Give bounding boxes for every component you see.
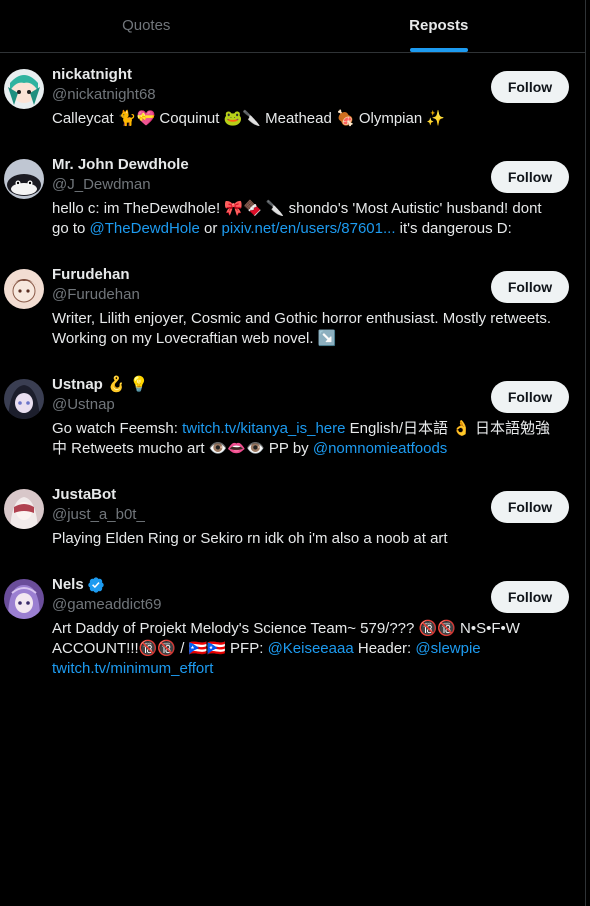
bio-text: or	[199, 220, 222, 237]
user-display-name[interactable]: Furudehan	[52, 265, 130, 285]
bio-link[interactable]: @nomnomieatfoods	[313, 440, 447, 457]
follow-button[interactable]: Follow	[491, 381, 569, 413]
user-display-name[interactable]: Mr. John Dewdhole	[52, 155, 189, 175]
bio-link[interactable]: twitch.tv/kitanya_is_here	[182, 420, 345, 437]
reposts-panel: Quotes Reposts nickatnight @nickatnight6…	[0, 0, 586, 906]
user-display-name[interactable]: JustaBot	[52, 485, 116, 505]
tab-quotes-label: Quotes	[122, 16, 171, 34]
bio-text: Writer, Lilith enjoyer, Cosmic and Gothi…	[52, 310, 552, 347]
active-tab-indicator	[409, 48, 468, 52]
avatar[interactable]	[4, 159, 44, 199]
user-list: nickatnight @nickatnight68 Calleycat 🐈💝 …	[0, 53, 585, 683]
user-bio: Calleycat 🐈💝 Coquinut 🐸🔪 Meathead 🍖 Olym…	[52, 109, 569, 129]
follow-button[interactable]: Follow	[491, 271, 569, 303]
user-cell-j-dewdman[interactable]: Mr. John Dewdhole @J_Dewdman hello c: im…	[0, 143, 585, 253]
bio-link[interactable]: @slewpie	[415, 640, 480, 657]
avatar[interactable]	[4, 269, 44, 309]
follow-button[interactable]: Follow	[491, 581, 569, 613]
user-cell-justabot[interactable]: JustaBot @just_a_b0t_ Playing Elden Ring…	[0, 473, 585, 563]
user-display-name[interactable]: Ustnap 🪝 💡	[52, 375, 149, 395]
bio-text: Go watch Feemsh:	[52, 420, 183, 437]
bio-link[interactable]: @TheDewdHole	[90, 220, 200, 237]
user-bio: Art Daddy of Projekt Melody's Science Te…	[52, 619, 569, 679]
bio-link[interactable]: @Keiseeaaa	[268, 640, 354, 657]
bio-link[interactable]: twitch.tv/minimum_effort	[52, 660, 213, 677]
user-bio: Playing Elden Ring or Sekiro rn idk oh i…	[52, 529, 569, 549]
bio-text: Playing Elden Ring or Sekiro rn idk oh i…	[52, 530, 448, 547]
follow-button[interactable]: Follow	[491, 491, 569, 523]
avatar[interactable]	[4, 69, 44, 109]
user-cell-nickatnight[interactable]: nickatnight @nickatnight68 Calleycat 🐈💝 …	[0, 53, 585, 143]
user-cell-furudehan[interactable]: Furudehan @Furudehan Writer, Lilith enjo…	[0, 253, 585, 363]
bio-text: Header:	[353, 640, 416, 657]
avatar[interactable]	[4, 579, 44, 619]
user-bio: Writer, Lilith enjoyer, Cosmic and Gothi…	[52, 309, 569, 349]
user-display-name[interactable]: nickatnight	[52, 65, 132, 85]
tab-reposts[interactable]: Reposts	[293, 0, 586, 52]
follow-button[interactable]: Follow	[491, 71, 569, 103]
verified-badge-icon	[88, 577, 104, 593]
user-cell-nels[interactable]: Nels @gameaddict69 Art Daddy of Projekt …	[0, 563, 585, 683]
user-bio: Go watch Feemsh: twitch.tv/kitanya_is_he…	[52, 419, 569, 459]
avatar[interactable]	[4, 379, 44, 419]
user-display-name[interactable]: Nels	[52, 575, 84, 595]
user-cell-ustnap[interactable]: Ustnap 🪝 💡 @Ustnap Go watch Feemsh: twit…	[0, 363, 585, 473]
tab-bar: Quotes Reposts	[0, 0, 585, 53]
follow-button[interactable]: Follow	[491, 161, 569, 193]
bio-text: it's dangerous D:	[395, 220, 512, 237]
bio-text: Calleycat 🐈💝 Coquinut 🐸🔪 Meathead 🍖 Olym…	[52, 110, 446, 127]
user-bio: hello c: im TheDewdhole! 🎀🍫 🔪 shondo's '…	[52, 199, 569, 239]
bio-link[interactable]: pixiv.net/en/users/87601...	[222, 220, 396, 237]
avatar[interactable]	[4, 489, 44, 529]
tab-reposts-label: Reposts	[409, 16, 469, 34]
tab-quotes[interactable]: Quotes	[0, 0, 293, 52]
